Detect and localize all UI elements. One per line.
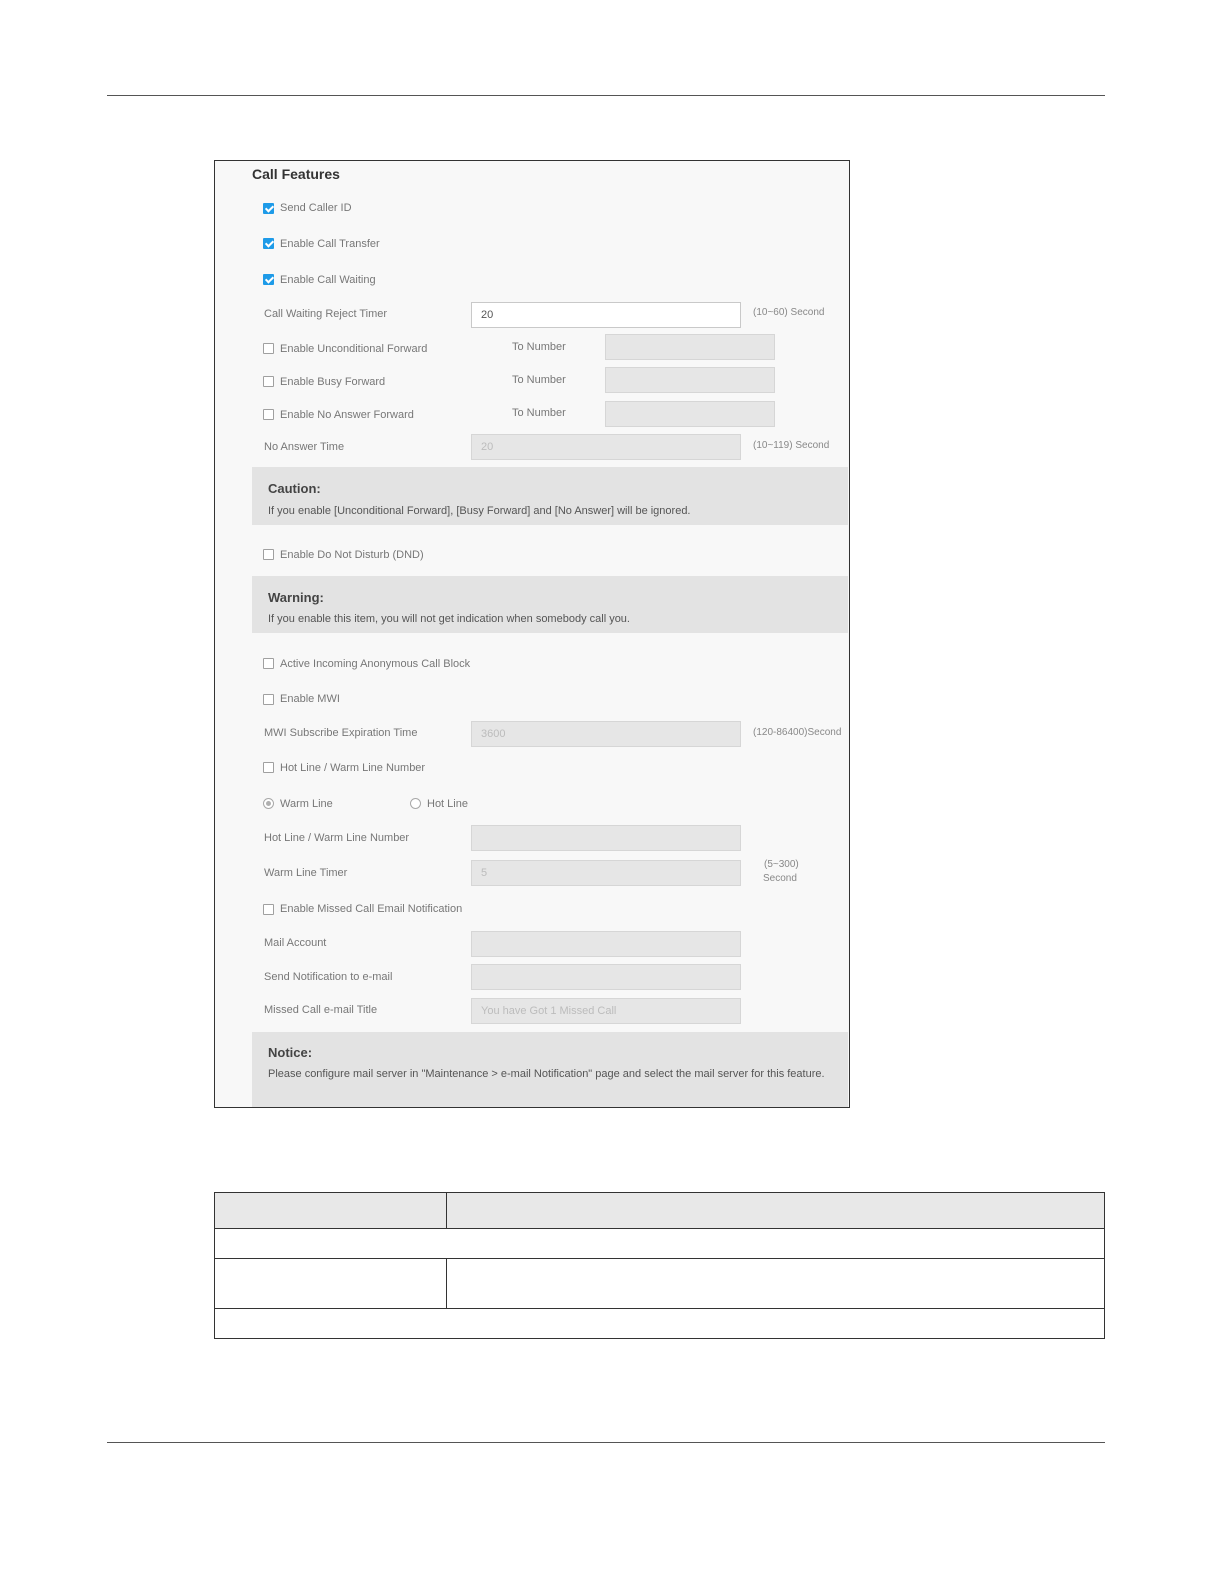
unconditional-forward-checkbox[interactable] (263, 343, 274, 354)
mwi-label: Enable MWI (280, 693, 340, 705)
hot-line-label: Hot Line (427, 798, 468, 810)
description-table (214, 1192, 1105, 1339)
warm-line-timer-hint-unit: Second (763, 873, 797, 884)
anonymous-block-checkbox[interactable] (263, 658, 274, 669)
warm-line-radio[interactable] (263, 798, 274, 809)
table-cell-label (214, 1258, 447, 1309)
table-header-description (446, 1192, 1105, 1229)
warm-line-label: Warm Line (280, 798, 333, 810)
busy-to-number-label: To Number (512, 374, 566, 386)
table-cell-description (446, 1258, 1105, 1309)
call-transfer-checkbox[interactable] (263, 238, 274, 249)
mail-account-select[interactable] (471, 931, 741, 957)
no-answer-time-hint: (10~119) Second (753, 440, 830, 451)
reject-timer-input[interactable]: 20 (471, 302, 741, 328)
reject-timer-hint: (10~60) Second (753, 307, 825, 318)
warm-line-timer-input[interactable]: 5 (471, 860, 741, 886)
warm-line-timer-label: Warm Line Timer (264, 867, 348, 879)
no-answer-to-number-label: To Number (512, 407, 566, 419)
caution-banner: Caution: If you enable [Unconditional Fo… (252, 467, 848, 525)
missed-call-title-input[interactable]: You have Got 1 Missed Call (471, 998, 741, 1024)
header-rule (107, 95, 1105, 96)
unconditional-to-number-label: To Number (512, 341, 566, 353)
table-row (214, 1308, 1105, 1339)
footer-rule (107, 1442, 1105, 1443)
busy-to-number-input[interactable] (605, 367, 775, 393)
anonymous-block-label: Active Incoming Anonymous Call Block (280, 658, 471, 670)
caution-title: Caution: (268, 481, 321, 496)
warning-text: If you enable this item, you will not ge… (268, 613, 630, 625)
call-features-screenshot: Call Features Send Caller ID Enable Call… (214, 160, 850, 1108)
mwi-checkbox[interactable] (263, 694, 274, 705)
call-transfer-label: Enable Call Transfer (280, 238, 380, 250)
dnd-checkbox[interactable] (263, 549, 274, 560)
warning-banner: Warning: If you enable this item, you wi… (252, 576, 848, 633)
no-answer-forward-label: Enable No Answer Forward (280, 409, 414, 421)
warning-title: Warning: (268, 590, 324, 605)
mwi-expiration-input[interactable]: 3600 (471, 721, 741, 747)
dnd-label: Enable Do Not Disturb (DND) (280, 549, 424, 561)
hot-warm-line-checkbox[interactable] (263, 762, 274, 773)
notice-text: Please configure mail server in "Mainten… (268, 1068, 825, 1080)
hot-warm-number-input[interactable] (471, 825, 741, 851)
send-caller-id-label: Send Caller ID (280, 202, 352, 214)
unconditional-forward-label: Enable Unconditional Forward (280, 343, 428, 355)
unconditional-to-number-input[interactable] (605, 334, 775, 360)
missed-call-email-label: Enable Missed Call Email Notification (280, 903, 463, 915)
no-answer-time-label: No Answer Time (264, 441, 345, 453)
warm-line-timer-hint-range: (5~300) (764, 859, 799, 870)
reject-timer-label: Call Waiting Reject Timer (264, 308, 388, 320)
hot-line-radio[interactable] (410, 798, 421, 809)
no-answer-time-input[interactable]: 20 (471, 434, 741, 460)
send-notification-label: Send Notification to e-mail (264, 971, 393, 983)
no-answer-forward-checkbox[interactable] (263, 409, 274, 420)
table-header-label (214, 1192, 447, 1229)
mail-account-label: Mail Account (264, 937, 327, 949)
hot-warm-number-label: Hot Line / Warm Line Number (264, 832, 410, 844)
missed-call-title-label: Missed Call e-mail Title (264, 1004, 378, 1016)
busy-forward-checkbox[interactable] (263, 376, 274, 387)
missed-call-email-checkbox[interactable] (263, 904, 274, 915)
send-notification-input[interactable] (471, 964, 741, 990)
table-row (214, 1228, 1105, 1259)
busy-forward-label: Enable Busy Forward (280, 376, 386, 388)
notice-banner: Notice: Please configure mail server in … (252, 1032, 848, 1107)
mwi-expiration-hint: (120-86400)Second (753, 727, 842, 738)
send-caller-id-checkbox[interactable] (263, 203, 274, 214)
call-waiting-checkbox[interactable] (263, 274, 274, 285)
hot-warm-line-label: Hot Line / Warm Line Number (280, 762, 426, 774)
no-answer-to-number-input[interactable] (605, 401, 775, 427)
section-title: Call Features (252, 166, 340, 182)
caution-text: If you enable [Unconditional Forward], [… (268, 505, 691, 517)
notice-title: Notice: (268, 1045, 313, 1060)
call-waiting-label: Enable Call Waiting (280, 274, 376, 286)
mwi-expiration-label: MWI Subscribe Expiration Time (264, 727, 418, 739)
